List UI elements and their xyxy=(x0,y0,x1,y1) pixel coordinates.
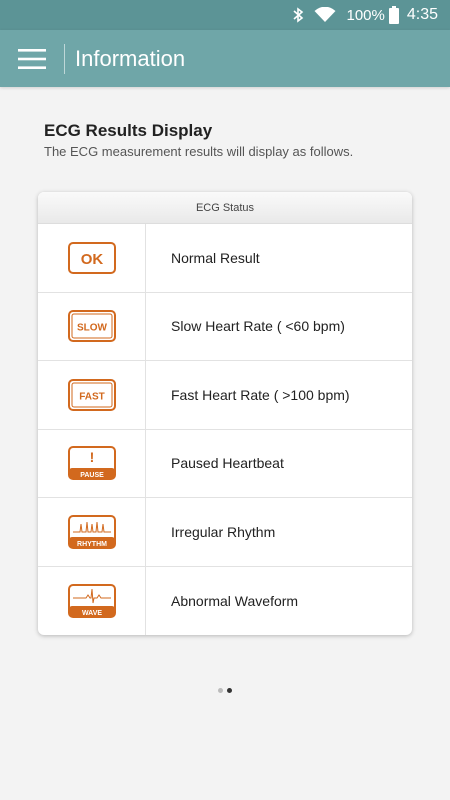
rhythm-icon: RHYTHM xyxy=(38,498,146,566)
pause-icon: ! PAUSE xyxy=(38,429,146,497)
table-row: OK Normal Result xyxy=(38,224,412,293)
wifi-icon xyxy=(314,7,336,23)
row-label: Slow Heart Rate ( <60 bpm) xyxy=(171,318,345,335)
app-bar: Information xyxy=(0,30,450,87)
table-row: ! PAUSE Paused Heartbeat xyxy=(38,429,412,498)
ecg-status-table: ECG Status OK Normal Result SLOW Slow He… xyxy=(38,192,412,635)
ok-icon: OK xyxy=(38,224,146,292)
table-header: ECG Status xyxy=(38,192,412,224)
section-heading: ECG Results Display xyxy=(44,121,213,140)
ok-icon-text: OK xyxy=(80,251,103,268)
bluetooth-icon xyxy=(292,7,304,23)
section-description: The ECG measurement results will display… xyxy=(44,144,354,159)
slow-icon: SLOW xyxy=(38,292,146,360)
row-label: Normal Result xyxy=(171,249,260,266)
pause-icon-text: PAUSE xyxy=(80,472,104,479)
page-indicator xyxy=(0,688,450,693)
row-label: Paused Heartbeat xyxy=(171,455,284,472)
row-label: Irregular Rhythm xyxy=(171,523,276,540)
status-bar: 100% 4:35 xyxy=(0,0,450,30)
table-row: RHYTHM Irregular Rhythm xyxy=(38,498,412,567)
table-row: WAVE Abnormal Waveform xyxy=(38,566,412,635)
svg-text:!: ! xyxy=(89,449,94,465)
slow-icon-text: SLOW xyxy=(77,323,108,334)
row-label: Fast Heart Rate ( >100 bpm) xyxy=(171,386,350,403)
table-row: SLOW Slow Heart Rate ( <60 bpm) xyxy=(38,292,412,361)
battery-percent: 100% xyxy=(346,6,385,24)
rhythm-icon-text: RHYTHM xyxy=(77,541,107,548)
page-dot-active[interactable] xyxy=(227,688,232,693)
page-title: Information xyxy=(75,45,186,71)
clock: 4:35 xyxy=(406,6,438,23)
app-bar-divider xyxy=(64,43,65,74)
hamburger-menu-icon[interactable] xyxy=(0,30,64,87)
table-row: FAST Fast Heart Rate ( >100 bpm) xyxy=(38,361,412,430)
fast-icon-text: FAST xyxy=(79,391,105,402)
battery-icon xyxy=(388,6,399,24)
fast-icon: FAST xyxy=(38,361,146,429)
page-dot[interactable] xyxy=(218,688,223,693)
wave-icon: WAVE xyxy=(38,566,146,635)
wave-icon-text: WAVE xyxy=(81,610,101,617)
row-label: Abnormal Waveform xyxy=(171,592,299,609)
